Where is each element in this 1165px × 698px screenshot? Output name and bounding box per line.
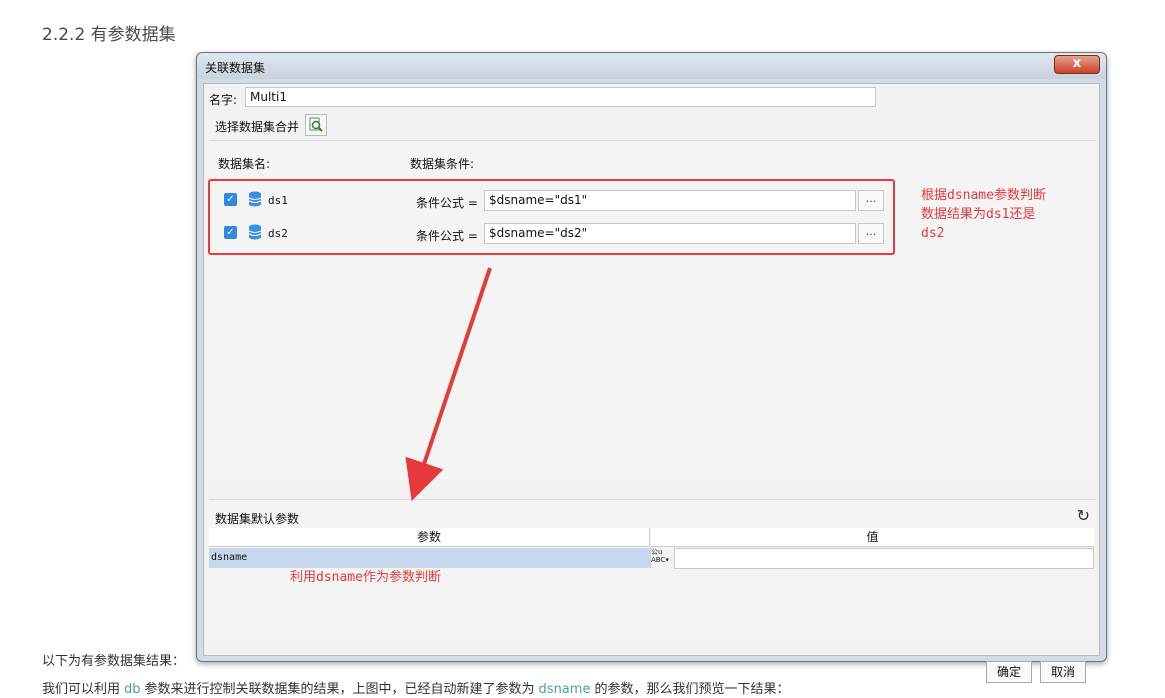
annotation-arrow [405,267,492,501]
code-dsname: dsname [538,682,591,697]
annotation-bottom-note: 利用dsname作为参数判断 [290,570,441,585]
result-intro-text: 以下为有参数据集结果： [42,654,186,669]
explain-text: 我们可以利用 [42,682,121,697]
explain-text: 参数来进行控制关联数据集的结果，上图中，已经自动新建了参数为 [144,682,535,697]
explain-paragraph: 我们可以利用 db 参数来进行控制关联数据集的结果，上图中，已经自动新建了参数为 ds… [42,678,789,697]
explain-text: 的参数，那么我们预览一下结果： [594,682,790,697]
code-db: db [124,682,141,697]
